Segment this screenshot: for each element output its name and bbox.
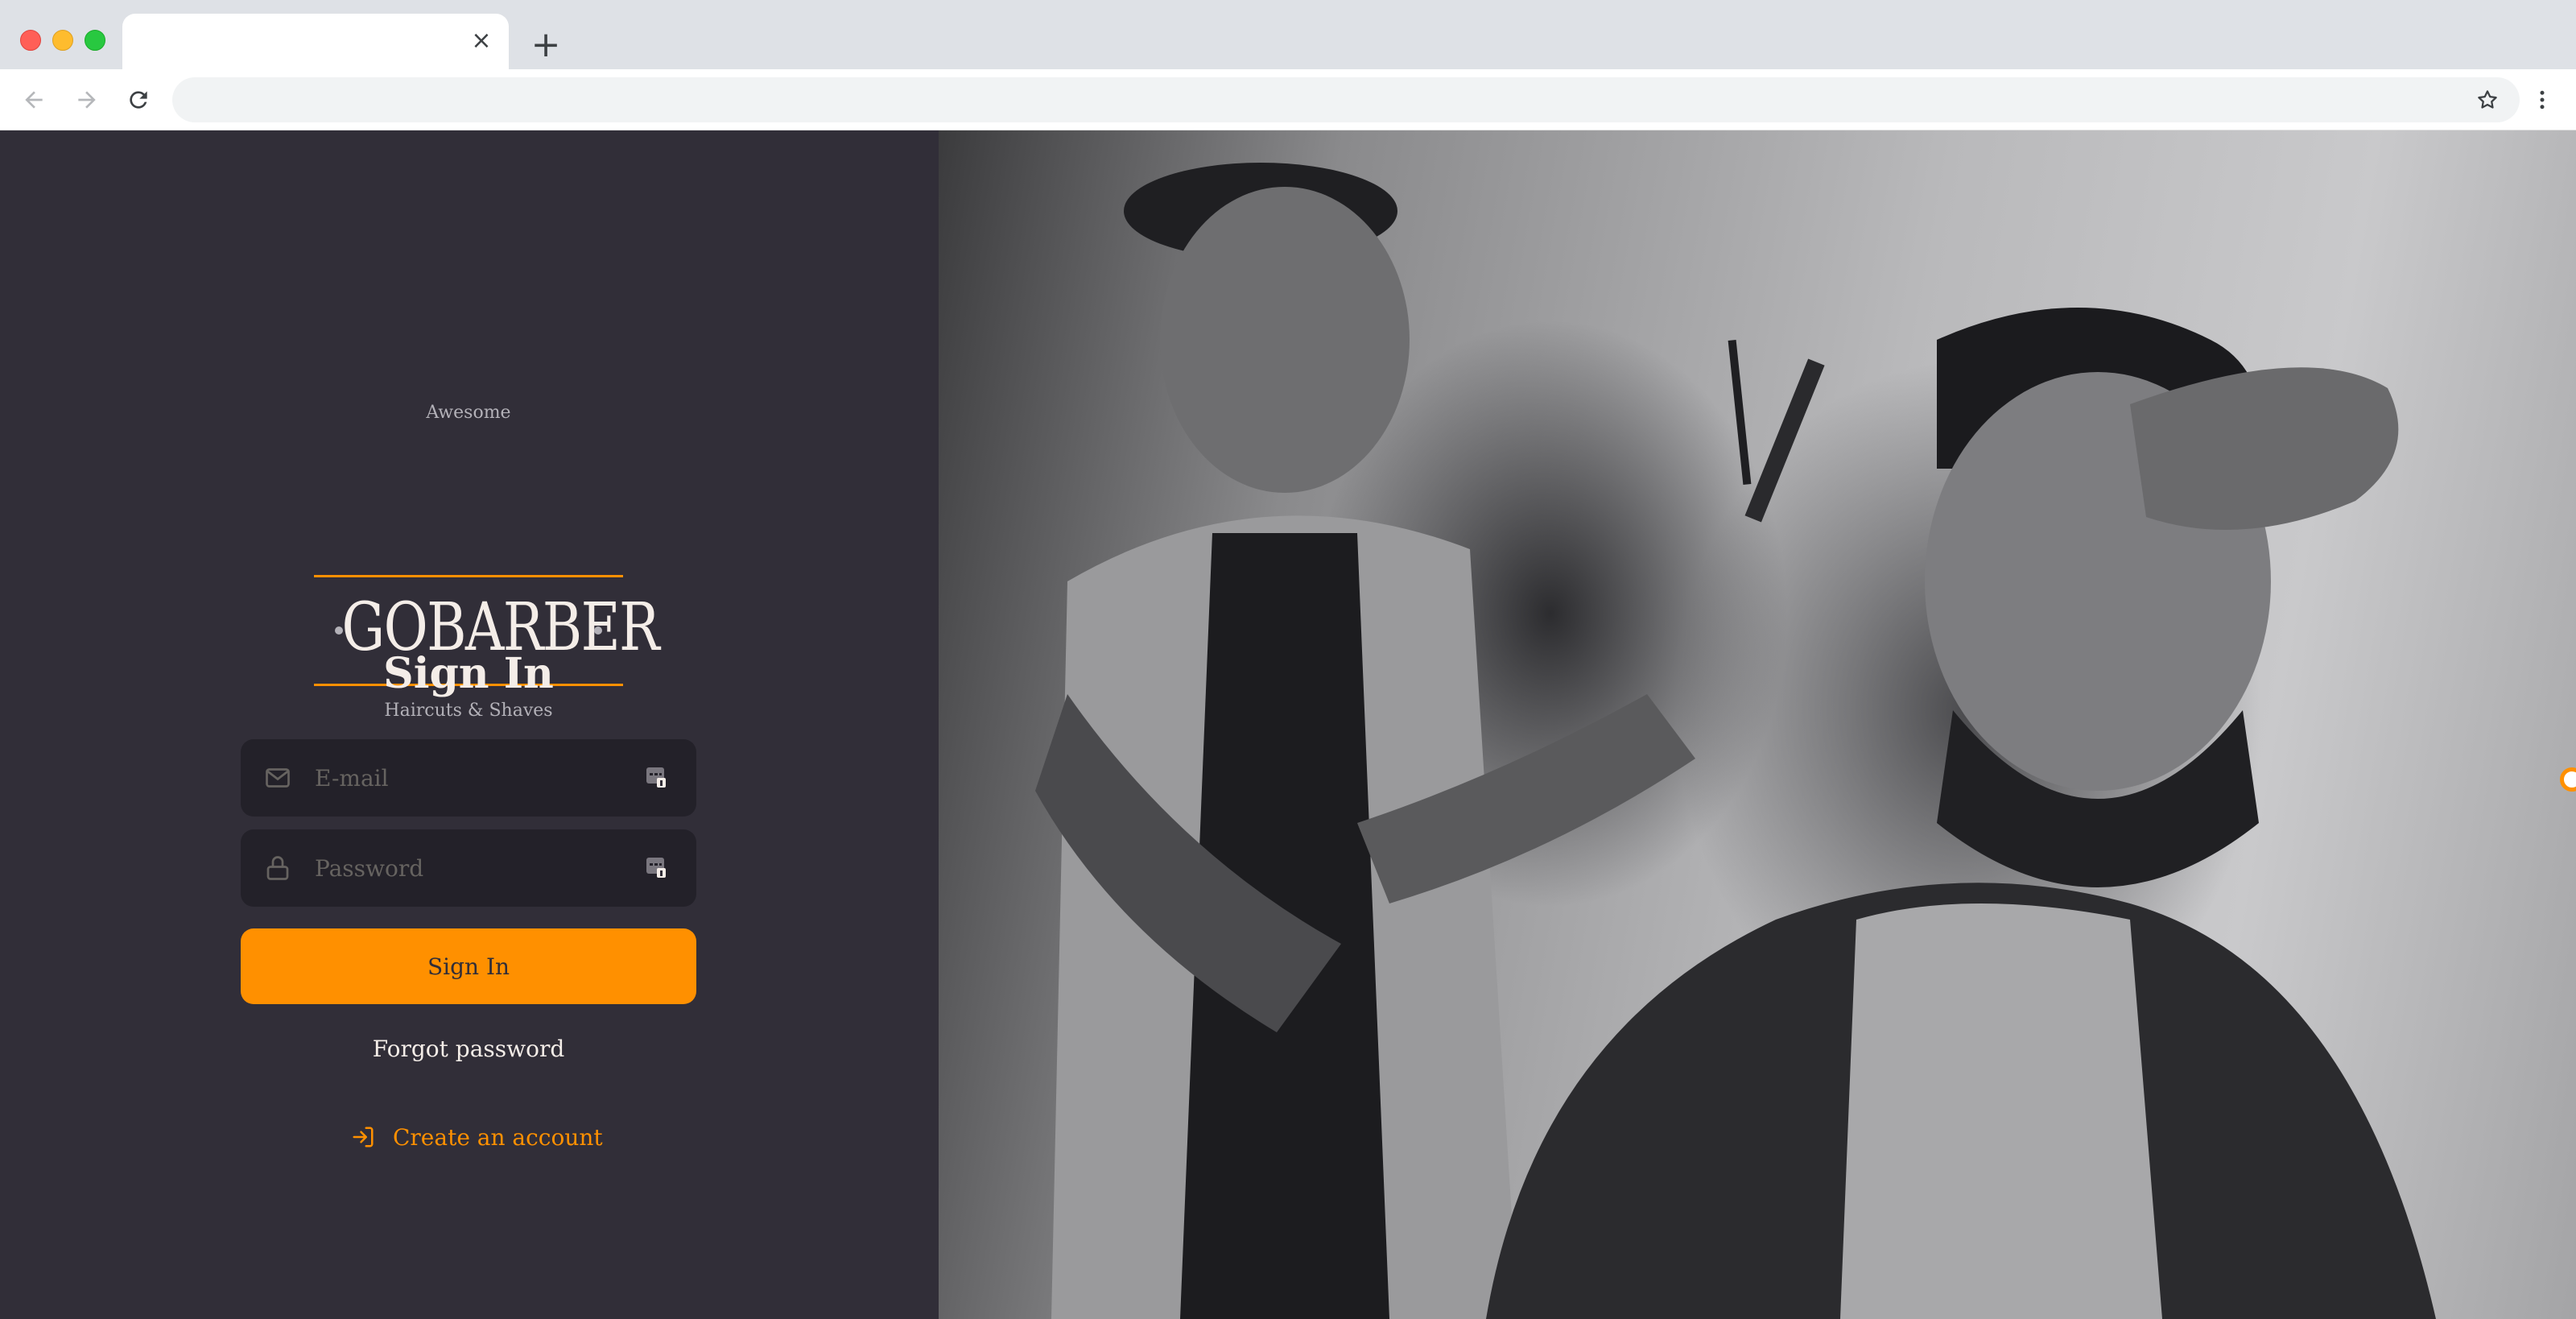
star-icon[interactable] [2468,81,2507,119]
create-account-label: Create an account [393,1123,603,1151]
create-account-link[interactable]: Create an account [351,1121,603,1153]
tab-close-icon[interactable]: × [465,25,497,57]
back-arrow-icon[interactable] [14,81,53,119]
logo-tagline-top: Awesome [426,403,511,423]
forgot-password-link[interactable]: Forgot password [306,1036,631,1062]
email-field[interactable] [241,739,696,817]
barber-hero-photo [939,130,2576,1319]
logo-ornament-right [594,626,602,635]
mail-icon [266,768,290,788]
forward-arrow-icon[interactable] [68,81,106,119]
logo-tagline-bottom: Haircuts & Shaves [384,701,553,721]
page: Awesome GOBARBER Haircuts & Shaves Sign … [0,130,2576,1319]
menu-dots-icon[interactable] [2523,81,2562,119]
email-input[interactable] [315,739,621,817]
lock-icon [266,856,289,880]
browser-tab-bar: × + [0,0,2576,69]
logo-divider-top [314,575,623,577]
maximize-window-icon[interactable] [85,30,105,51]
minimize-window-icon[interactable] [52,30,73,51]
password-field[interactable] [241,829,696,907]
password-manager-icon[interactable] [645,855,667,879]
log-in-icon [353,1127,374,1147]
close-window-icon[interactable] [20,30,41,51]
password-input[interactable] [315,829,621,907]
reload-icon[interactable] [119,81,158,119]
sign-in-button[interactable]: Sign In [241,928,696,1004]
gobarber-logo: Awesome GOBARBER Haircuts & Shaves [314,403,660,721]
password-manager-icon[interactable] [645,765,667,789]
new-tab-button[interactable]: + [525,24,567,66]
browser-toolbar [0,69,2576,130]
address-bar[interactable] [172,77,2520,122]
browser-tab[interactable]: × [122,14,509,69]
barber-scene-illustration [1035,163,2436,1319]
sign-in-panel: Awesome GOBARBER Haircuts & Shaves Sign … [0,130,939,1319]
page-title: Sign In [383,649,554,698]
